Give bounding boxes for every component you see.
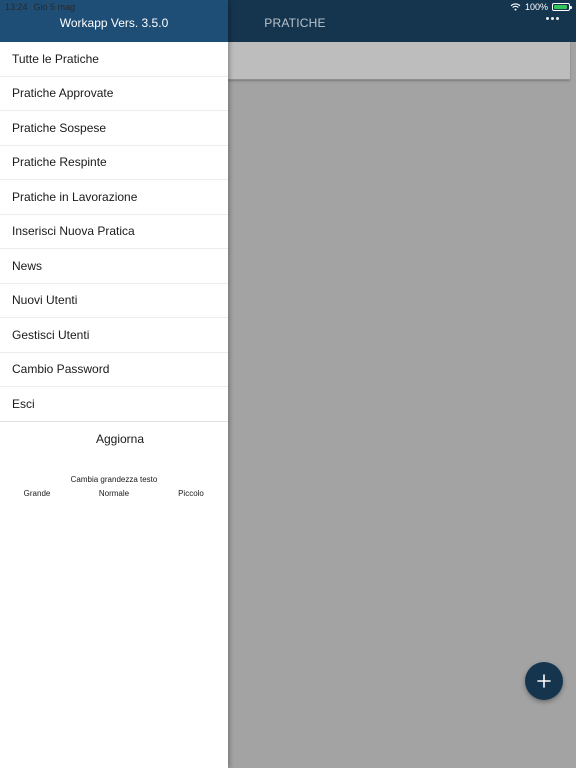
menu-item-pratiche-in-lavorazione[interactable]: Pratiche in Lavorazione [0, 180, 228, 215]
battery-percent: 100% [524, 2, 548, 12]
menu-item-cambio-password[interactable]: Cambio Password [0, 353, 228, 387]
more-horizontal-icon [545, 16, 549, 20]
text-size-options: Grande Normale Piccolo [0, 489, 228, 498]
menu-item-pratiche-sospese[interactable]: Pratiche Sospese [0, 111, 228, 146]
content-bar [228, 42, 570, 80]
menu-item-inserisci-nuova-pratica[interactable]: Inserisci Nuova Pratica [0, 215, 228, 249]
refresh-button[interactable]: Aggiorna [12, 422, 228, 456]
status-bar: 13:24 Gio 5 mag 100% [0, 0, 576, 14]
navigation-drawer: Workapp Vers. 3.5.0 Tutte le Pratiche Pr… [0, 0, 228, 768]
plus-icon [537, 674, 551, 688]
wifi-icon [510, 3, 521, 11]
text-size-normal-button[interactable]: Normale [74, 489, 154, 498]
menu-item-gestisci-utenti[interactable]: Gestisci Utenti [0, 318, 228, 353]
status-right: 100% [510, 2, 572, 12]
more-dot [555, 16, 559, 20]
battery-cap [570, 6, 572, 9]
battery-level [554, 5, 567, 9]
drawer-menu: Tutte le Pratiche Pratiche Approvate Pra… [0, 42, 228, 422]
text-size-label: Cambia grandezza testo [70, 474, 158, 484]
add-button[interactable] [525, 662, 563, 700]
battery-icon [552, 3, 572, 11]
menu-item-pratiche-approvate[interactable]: Pratiche Approvate [0, 77, 228, 111]
status-left: 13:24 Gio 5 mag [5, 2, 75, 12]
text-size-large-button[interactable]: Grande [0, 489, 74, 498]
menu-item-pratiche-respinte[interactable]: Pratiche Respinte [0, 146, 228, 180]
menu-item-nuovi-utenti[interactable]: Nuovi Utenti [0, 284, 228, 318]
text-size-section: Cambia grandezza testo Grande Normale Pi… [0, 475, 228, 498]
drawer-title: Workapp Vers. 3.5.0 [59, 16, 169, 30]
status-date: Gio 5 mag [33, 2, 76, 12]
more-dot [550, 16, 554, 20]
text-size-small-button[interactable]: Piccolo [154, 489, 228, 498]
menu-item-news[interactable]: News [0, 249, 228, 284]
menu-item-tutte-le-pratiche[interactable]: Tutte le Pratiche [0, 42, 228, 77]
page-title: PRATICHE [264, 16, 326, 30]
menu-item-esci[interactable]: Esci [0, 387, 228, 422]
status-time: 13:24 [5, 2, 28, 12]
